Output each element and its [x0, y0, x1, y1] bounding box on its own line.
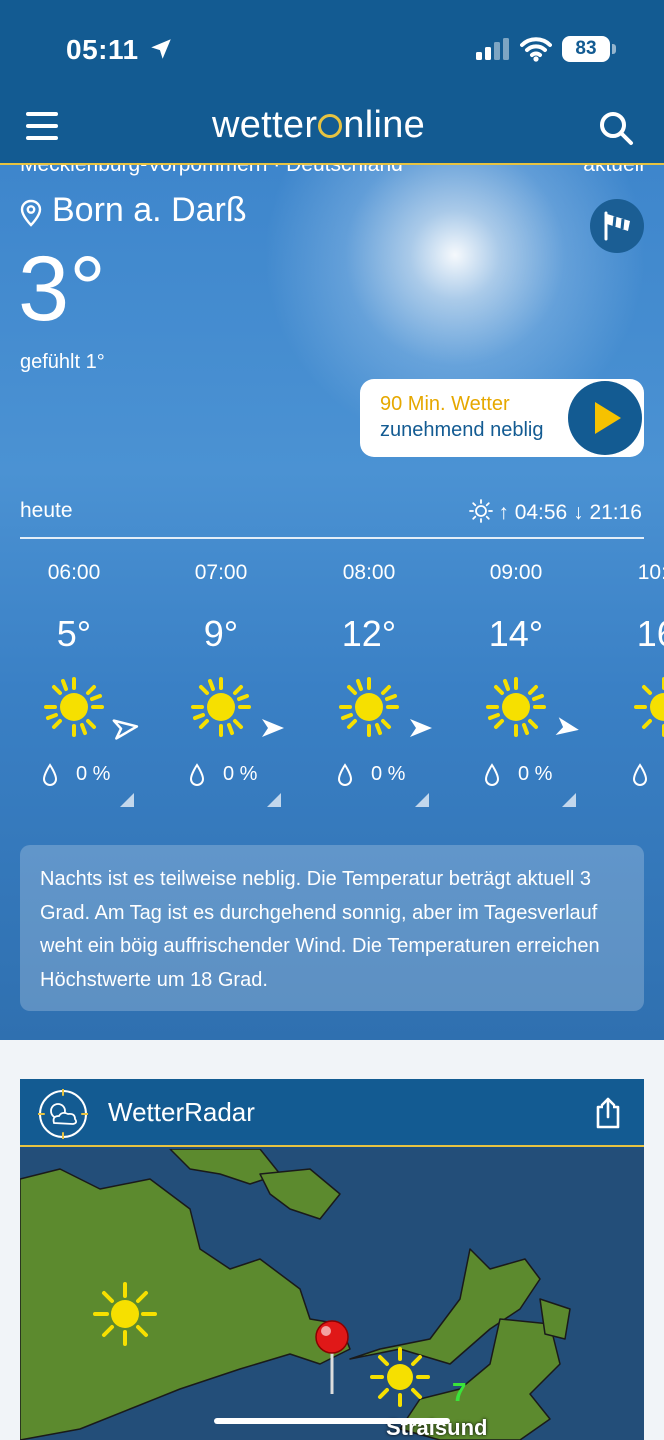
expand-corner-icon [120, 793, 134, 807]
menu-icon[interactable] [26, 112, 58, 140]
map-sun-icon [370, 1347, 430, 1407]
app-header: wetter nline [0, 90, 664, 165]
hour-temp: 12° [341, 613, 397, 654]
sunrise-time: 04:56 [514, 501, 568, 524]
play-button[interactable] [568, 381, 642, 455]
cellular-signal-icon [476, 38, 509, 60]
wifi-icon [520, 37, 552, 62]
expand-corner-icon [562, 793, 576, 807]
hour-column[interactable]: 09:00 14° 0 % [442, 557, 590, 817]
radar-title: WetterRadar [108, 1097, 255, 1127]
raindrop-icon [337, 763, 353, 786]
hour-temp: 16° [636, 613, 664, 654]
status-time: 05:11 [66, 34, 139, 65]
raindrop-icon [189, 763, 205, 786]
promo-subtitle: zunehmend neblig [380, 419, 544, 441]
status-label: aktuell [583, 165, 644, 177]
sun-icon [486, 677, 546, 737]
rain-probability: 0 % [371, 763, 406, 785]
felt-temperature: gefühlt 1° [20, 351, 105, 373]
sun-icon [191, 677, 251, 737]
share-icon[interactable] [594, 1097, 622, 1129]
location-pin-icon [20, 199, 42, 227]
hour-time: 10:00 [637, 561, 664, 584]
region-label: Mecklenburg-Vorpommern · Deutschland [20, 165, 403, 177]
sunrise-arrow-icon: ↑ [498, 501, 509, 524]
hour-time: 09:00 [489, 561, 543, 584]
forecast-summary: Nachts ist es teilweise neblig. Die Temp… [20, 845, 644, 1011]
map-sun-icon [93, 1282, 157, 1346]
hour-column[interactable]: 07:00 9° 0 % [147, 557, 295, 817]
wind-direction-icon [262, 719, 284, 737]
top-bar: 05:11 83 wetter nline [0, 0, 664, 165]
hour-time: 07:00 [194, 561, 248, 584]
weather-radar-card[interactable]: WetterRadar 7 Stralsund [20, 1079, 644, 1440]
raindrop-icon [632, 763, 648, 786]
status-bar: 05:11 83 [0, 28, 664, 72]
radar-icon [38, 1089, 88, 1139]
hour-column[interactable]: 08:00 12° 0 % [295, 557, 443, 817]
home-indicator[interactable] [214, 1418, 450, 1424]
battery-nub [612, 44, 616, 54]
rain-probability: 0 % [518, 763, 553, 785]
day-label: heute [20, 499, 73, 522]
rain-probability: 0 % [76, 763, 111, 785]
hour-column[interactable]: 10:00 16° 0 % [590, 557, 664, 817]
windsock-icon [604, 211, 630, 241]
city-name[interactable]: Born a. Darß [52, 191, 247, 230]
raindrop-icon [42, 763, 58, 786]
sun-icon [339, 677, 399, 737]
brand-logo: wetter nline [212, 104, 426, 146]
location-arrow-icon [151, 39, 171, 59]
hour-time: 06:00 [47, 561, 101, 584]
radar-header: WetterRadar [20, 1079, 644, 1147]
wind-direction-icon [410, 719, 432, 737]
rain-probability: 0 % [223, 763, 258, 785]
divider [20, 537, 644, 539]
expand-corner-icon [267, 793, 281, 807]
hour-temp: 14° [488, 613, 544, 654]
expand-corner-icon [415, 793, 429, 807]
hour-column[interactable]: 06:00 5° 0 % [0, 557, 148, 817]
hour-temp: 5° [56, 613, 92, 654]
search-icon[interactable] [598, 110, 634, 146]
raindrop-icon [484, 763, 500, 786]
wind-direction-icon [555, 717, 579, 735]
hour-temp: 9° [203, 613, 239, 654]
radar-map[interactable] [20, 1149, 644, 1440]
nowcast-promo-button[interactable]: 90 Min. Wetter zunehmend neblig [360, 379, 644, 457]
hour-time: 08:00 [342, 561, 396, 584]
wind-direction-icon [112, 719, 139, 740]
sun-icon [634, 677, 664, 737]
sunset-time: 21:16 [589, 501, 642, 524]
windsock-button[interactable] [590, 199, 644, 253]
sun-times: ↑ 04:56 ↓ 21:16 [468, 499, 642, 525]
hourly-forecast[interactable]: 06:00 5° 0 % 07:00 9° 0 % 08:00 12° 0 % … [0, 557, 664, 827]
map-wind-value: 7 [452, 1377, 467, 1407]
current-temperature: 3° [18, 238, 106, 340]
promo-title: 90 Min. Wetter [380, 393, 510, 415]
battery-indicator: 83 [562, 36, 610, 62]
sun-icon [44, 677, 104, 737]
sun-outline-icon [468, 499, 493, 523]
current-weather-section: Mecklenburg-Vorpommern · Deutschland akt… [0, 165, 664, 1040]
play-icon [595, 402, 621, 434]
sunset-arrow-icon: ↓ [573, 501, 584, 524]
